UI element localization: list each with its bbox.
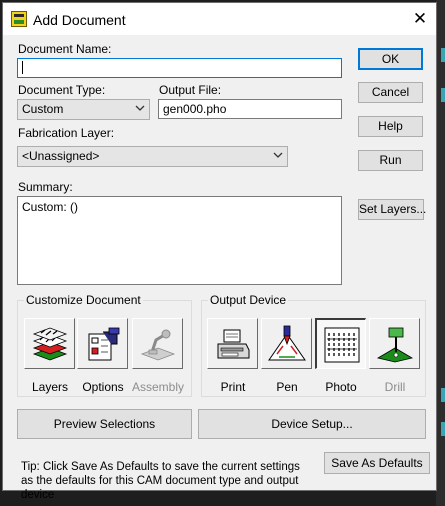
drill-tile-button (369, 318, 420, 369)
photo-label: Photo (325, 380, 357, 394)
pen-plotter-icon (268, 325, 306, 361)
output-device-title: Output Device (208, 293, 289, 307)
run-button[interactable]: Run (358, 150, 423, 171)
summary-textarea[interactable]: Custom: () (17, 196, 342, 285)
background-app-marker (441, 88, 445, 102)
document-type-select[interactable]: Custom (17, 99, 150, 120)
summary-label: Summary: (18, 180, 73, 194)
layers-icon (32, 327, 68, 361)
layers-label: Layers (31, 380, 69, 394)
document-type-label: Document Type: (18, 83, 106, 97)
tip-text: Tip: Click Save As Defaults to save the … (21, 461, 300, 501)
options-icon (88, 327, 120, 361)
document-name-input[interactable] (17, 58, 342, 78)
ok-button[interactable]: OK (358, 48, 423, 70)
assembly-label: Assembly (131, 380, 184, 394)
help-button[interactable]: Help (358, 116, 423, 137)
options-tile-button[interactable] (77, 318, 128, 369)
fabrication-layer-label: Fabrication Layer: (18, 126, 115, 140)
print-label: Print (220, 380, 246, 394)
print-tile-button[interactable] (207, 318, 258, 369)
chevron-down-icon (135, 103, 145, 113)
title-bar[interactable]: Add Document ✕ (3, 3, 436, 35)
fabrication-layer-select[interactable]: <Unassigned> (17, 146, 288, 167)
pen-label: Pen (276, 380, 298, 394)
text-caret (22, 61, 23, 74)
chevron-down-icon (273, 150, 283, 160)
output-file-input[interactable]: gen000.pho (158, 99, 342, 119)
fabrication-layer-value: <Unassigned> (22, 149, 100, 163)
output-file-label: Output File: (159, 83, 222, 97)
drill-icon (376, 327, 414, 363)
document-type-value: Custom (22, 102, 64, 116)
document-name-label: Document Name: (18, 42, 112, 56)
add-document-dialog: Add Document ✕ Document Name: Document T… (2, 2, 437, 501)
save-as-defaults-button[interactable]: Save As Defaults (324, 452, 430, 474)
drill-label: Drill (384, 380, 406, 394)
cancel-button[interactable]: Cancel (358, 82, 423, 103)
close-icon[interactable]: ✕ (408, 7, 432, 31)
preview-selections-button[interactable]: Preview Selections (17, 409, 192, 439)
photo-film-icon (324, 327, 360, 363)
pads-app-icon (11, 11, 27, 27)
printer-icon (217, 329, 250, 359)
photo-tile-button[interactable] (315, 318, 366, 369)
dialog-title: Add Document (33, 12, 126, 28)
background-app-marker (441, 48, 445, 62)
layers-tile-button[interactable] (24, 318, 75, 369)
assembly-tile-button (132, 318, 183, 369)
customize-document-title: Customize Document (24, 293, 143, 307)
device-setup-button[interactable]: Device Setup... (198, 409, 426, 439)
background-app-marker (441, 388, 445, 402)
background-app-marker (441, 422, 445, 436)
pen-tile-button[interactable] (261, 318, 312, 369)
options-label: Options (82, 380, 124, 394)
assembly-icon (140, 329, 176, 361)
set-layers-button[interactable]: Set Layers... (358, 199, 426, 220)
